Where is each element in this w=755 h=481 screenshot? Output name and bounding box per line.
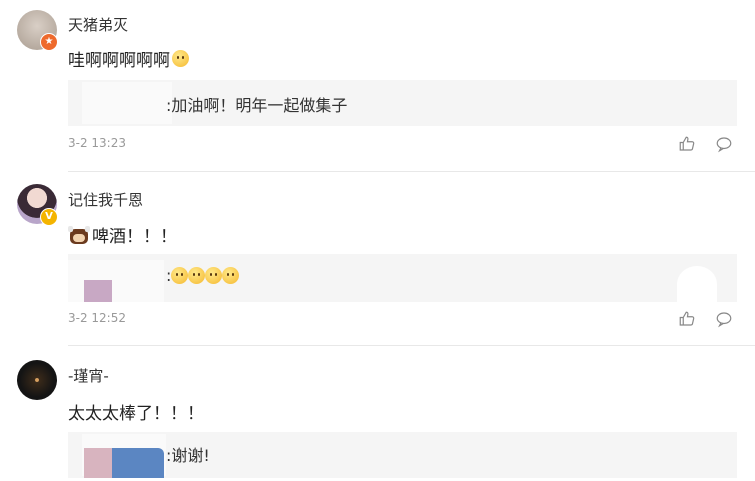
thinking-emoji-icon: [171, 267, 189, 284]
comment-text: 太太太棒了！！！: [68, 404, 204, 424]
surprised-emoji-icon: [172, 50, 189, 67]
reply-box[interactable]: :: [68, 254, 737, 302]
comment-time: 3-2 13:23: [68, 136, 126, 150]
comment-item: V 记住我千恩 啤酒！！！ : 3-2 12:52: [0, 172, 755, 346]
cow-emoji-icon: [68, 225, 90, 245]
comment-username[interactable]: 天猪弟灭: [68, 14, 128, 35]
verified-v-badge: V: [40, 208, 58, 226]
thinking-emoji-icon: [188, 267, 206, 284]
comment-item: ★ 天猪弟灭 哇啊啊啊啊啊 :加油啊！明年一起做集子 3-2 13:23: [0, 0, 755, 172]
comment-item: -瑾宵- 太太太棒了！！！ :谢谢!: [0, 346, 755, 481]
thinking-emoji-icon: [205, 267, 223, 284]
comment-time: 3-2 12:52: [68, 311, 126, 325]
weibo-star-badge: ★: [40, 33, 58, 51]
comment-content: 太太太棒了！！！: [68, 399, 204, 424]
reply-blur-right: [677, 266, 717, 302]
reply-text: :: [166, 266, 240, 285]
comment-bubble-icon[interactable]: [715, 135, 733, 153]
comment-content: 啤酒！！！: [68, 222, 177, 247]
comment-bubble-icon[interactable]: [715, 310, 733, 328]
comment-text: 哇啊啊啊啊啊: [68, 51, 170, 71]
reply-box[interactable]: :谢谢!: [68, 432, 737, 478]
reply-text: :加油啊！明年一起做集子: [166, 96, 348, 115]
reply-avatar-blur: [84, 448, 112, 478]
reply-box[interactable]: :加油啊！明年一起做集子: [68, 80, 737, 126]
avatar[interactable]: [17, 360, 57, 400]
reply-avatar-blur: [112, 448, 164, 478]
comment-text: 啤酒！！！: [92, 227, 177, 247]
thumbs-up-icon[interactable]: [678, 135, 696, 153]
reply-avatar-blur: [84, 280, 112, 302]
reply-avatar-blur: [68, 260, 164, 302]
comment-content: 哇啊啊啊啊啊: [68, 46, 189, 71]
comment-username[interactable]: -瑾宵-: [68, 365, 109, 386]
thumbs-up-icon[interactable]: [678, 310, 696, 328]
reply-avatar-blur: [82, 82, 172, 124]
reply-text: :谢谢!: [166, 446, 210, 465]
comment-username[interactable]: 记住我千恩: [68, 189, 143, 210]
thinking-emoji-icon: [222, 267, 240, 284]
